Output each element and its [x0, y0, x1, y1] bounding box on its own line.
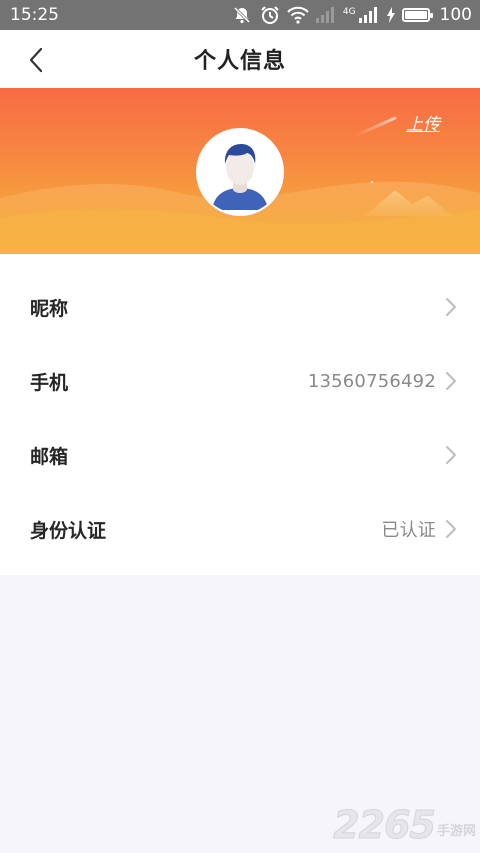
- mute-icon: [231, 6, 253, 24]
- network-type-label: 4G: [342, 7, 356, 17]
- profile-info-list: 昵称 手机 13560756492 邮箱 身份认证 已认证: [0, 254, 480, 575]
- navigation-bar: 个人信息: [0, 30, 480, 88]
- wifi-icon: [287, 6, 309, 24]
- back-button[interactable]: [18, 42, 54, 78]
- identity-verification-row[interactable]: 身份认证 已认证: [0, 492, 480, 566]
- upload-avatar-link[interactable]: 上传: [406, 110, 440, 135]
- chevron-right-icon: [444, 519, 458, 539]
- chevron-right-icon: [444, 445, 458, 465]
- nickname-row[interactable]: 昵称: [0, 270, 480, 344]
- profile-banner: 上传: [0, 88, 480, 254]
- charging-icon: [386, 6, 396, 24]
- status-time: 15:25: [10, 5, 59, 25]
- alarm-icon: [259, 6, 281, 24]
- chevron-right-icon: [444, 297, 458, 317]
- battery-icon: [401, 8, 433, 22]
- status-bar: 15:25 4G 100: [0, 0, 480, 30]
- phone-label: 手机: [30, 371, 69, 394]
- email-label: 邮箱: [30, 445, 69, 468]
- nickname-label: 昵称: [30, 297, 69, 320]
- email-row[interactable]: 邮箱: [0, 418, 480, 492]
- chevron-right-icon: [444, 371, 458, 391]
- signal-4g-icon: [358, 6, 380, 24]
- default-avatar-icon: [198, 130, 282, 214]
- signal-icon: [315, 6, 337, 24]
- identity-verification-label: 身份认证: [30, 519, 107, 542]
- battery-level: 100: [439, 5, 472, 25]
- watermark-number: 2265: [333, 803, 437, 848]
- phone-row[interactable]: 手机 13560756492: [0, 344, 480, 418]
- chevron-left-icon: [29, 47, 43, 73]
- avatar[interactable]: [196, 128, 284, 216]
- site-watermark: 2265 手游网: [333, 803, 476, 848]
- status-icons: 4G 100: [231, 5, 472, 25]
- identity-verification-status: 已认证: [381, 520, 436, 541]
- phone-value: 13560756492: [307, 370, 436, 392]
- page-title: 个人信息: [193, 48, 286, 74]
- watermark-text: 手游网: [436, 824, 476, 839]
